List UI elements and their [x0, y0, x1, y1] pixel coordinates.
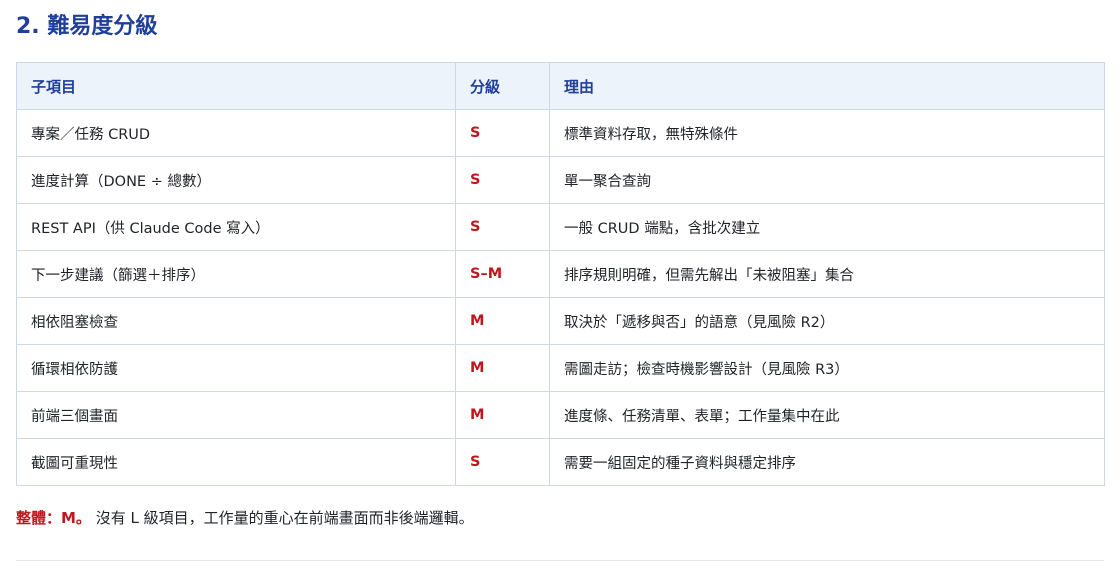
row-item: 相依阻塞檢查 — [16, 297, 456, 345]
table-row: REST API（供 Claude Code 寫入） S 一般 CRUD 端點，… — [16, 203, 1105, 251]
table-row: 進度計算（DONE ÷ 總數） S 單一聚合查詢 — [16, 156, 1105, 204]
table-row: 前端三個畫面 M 進度條、任務清單、表單；工作量集中在此 — [16, 391, 1105, 439]
row-item: 下一步建議（篩選＋排序） — [16, 250, 456, 298]
table-header-row: 子項目 分級 理由 — [16, 62, 1105, 110]
row-reason: 進度條、任務清單、表單；工作量集中在此 — [549, 391, 1105, 439]
row-grade: S — [455, 438, 550, 486]
table-row: 截圖可重現性 S 需要一組固定的種子資料與穩定排序 — [16, 438, 1105, 486]
table-row: 專案／任務 CRUD S 標準資料存取，無特殊條件 — [16, 109, 1105, 157]
row-grade: S–M — [455, 250, 550, 298]
row-reason: 標準資料存取，無特殊條件 — [549, 109, 1105, 157]
row-reason: 單一聚合查詢 — [549, 156, 1105, 204]
row-grade: M — [455, 344, 550, 392]
header-reason: 理由 — [549, 62, 1105, 110]
row-grade: M — [455, 391, 550, 439]
overall-summary: 整體：M。 沒有 L 級項目，工作量的重心在前端畫面而非後端邏輯。 — [16, 507, 474, 529]
table-row: 下一步建議（篩選＋排序） S–M 排序規則明確，但需先解出「未被阻塞」集合 — [16, 250, 1105, 298]
table-row: 相依阻塞檢查 M 取決於「遞移與否」的語意（見風險 R2） — [16, 297, 1105, 345]
row-grade: S — [455, 156, 550, 204]
row-item: 進度計算（DONE ÷ 總數） — [16, 156, 456, 204]
summary-text: 沒有 L 級項目，工作量的重心在前端畫面而非後端邏輯。 — [90, 509, 474, 527]
section-divider — [16, 560, 1104, 561]
row-item: REST API（供 Claude Code 寫入） — [16, 203, 456, 251]
row-reason: 需圖走訪；檢查時機影響設計（見風險 R3） — [549, 344, 1105, 392]
row-item: 前端三個畫面 — [16, 391, 456, 439]
row-reason: 排序規則明確，但需先解出「未被阻塞」集合 — [549, 250, 1105, 298]
row-item: 循環相依防護 — [16, 344, 456, 392]
header-grade: 分級 — [455, 62, 550, 110]
row-grade: S — [455, 109, 550, 157]
row-reason: 取決於「遞移與否」的語意（見風險 R2） — [549, 297, 1105, 345]
row-item: 截圖可重現性 — [16, 438, 456, 486]
summary-lead: 整體：M。 — [16, 509, 91, 527]
table-row: 循環相依防護 M 需圖走訪；檢查時機影響設計（見風險 R3） — [16, 344, 1105, 392]
section-heading: 2. 難易度分級 — [16, 14, 158, 39]
row-item: 專案／任務 CRUD — [16, 109, 456, 157]
row-grade: M — [455, 297, 550, 345]
row-reason: 一般 CRUD 端點，含批次建立 — [549, 203, 1105, 251]
difficulty-table: 子項目 分級 理由 專案／任務 CRUD S 標準資料存取，無特殊條件 進度計算… — [16, 62, 1105, 486]
header-item: 子項目 — [16, 62, 456, 110]
row-reason: 需要一組固定的種子資料與穩定排序 — [549, 438, 1105, 486]
row-grade: S — [455, 203, 550, 251]
